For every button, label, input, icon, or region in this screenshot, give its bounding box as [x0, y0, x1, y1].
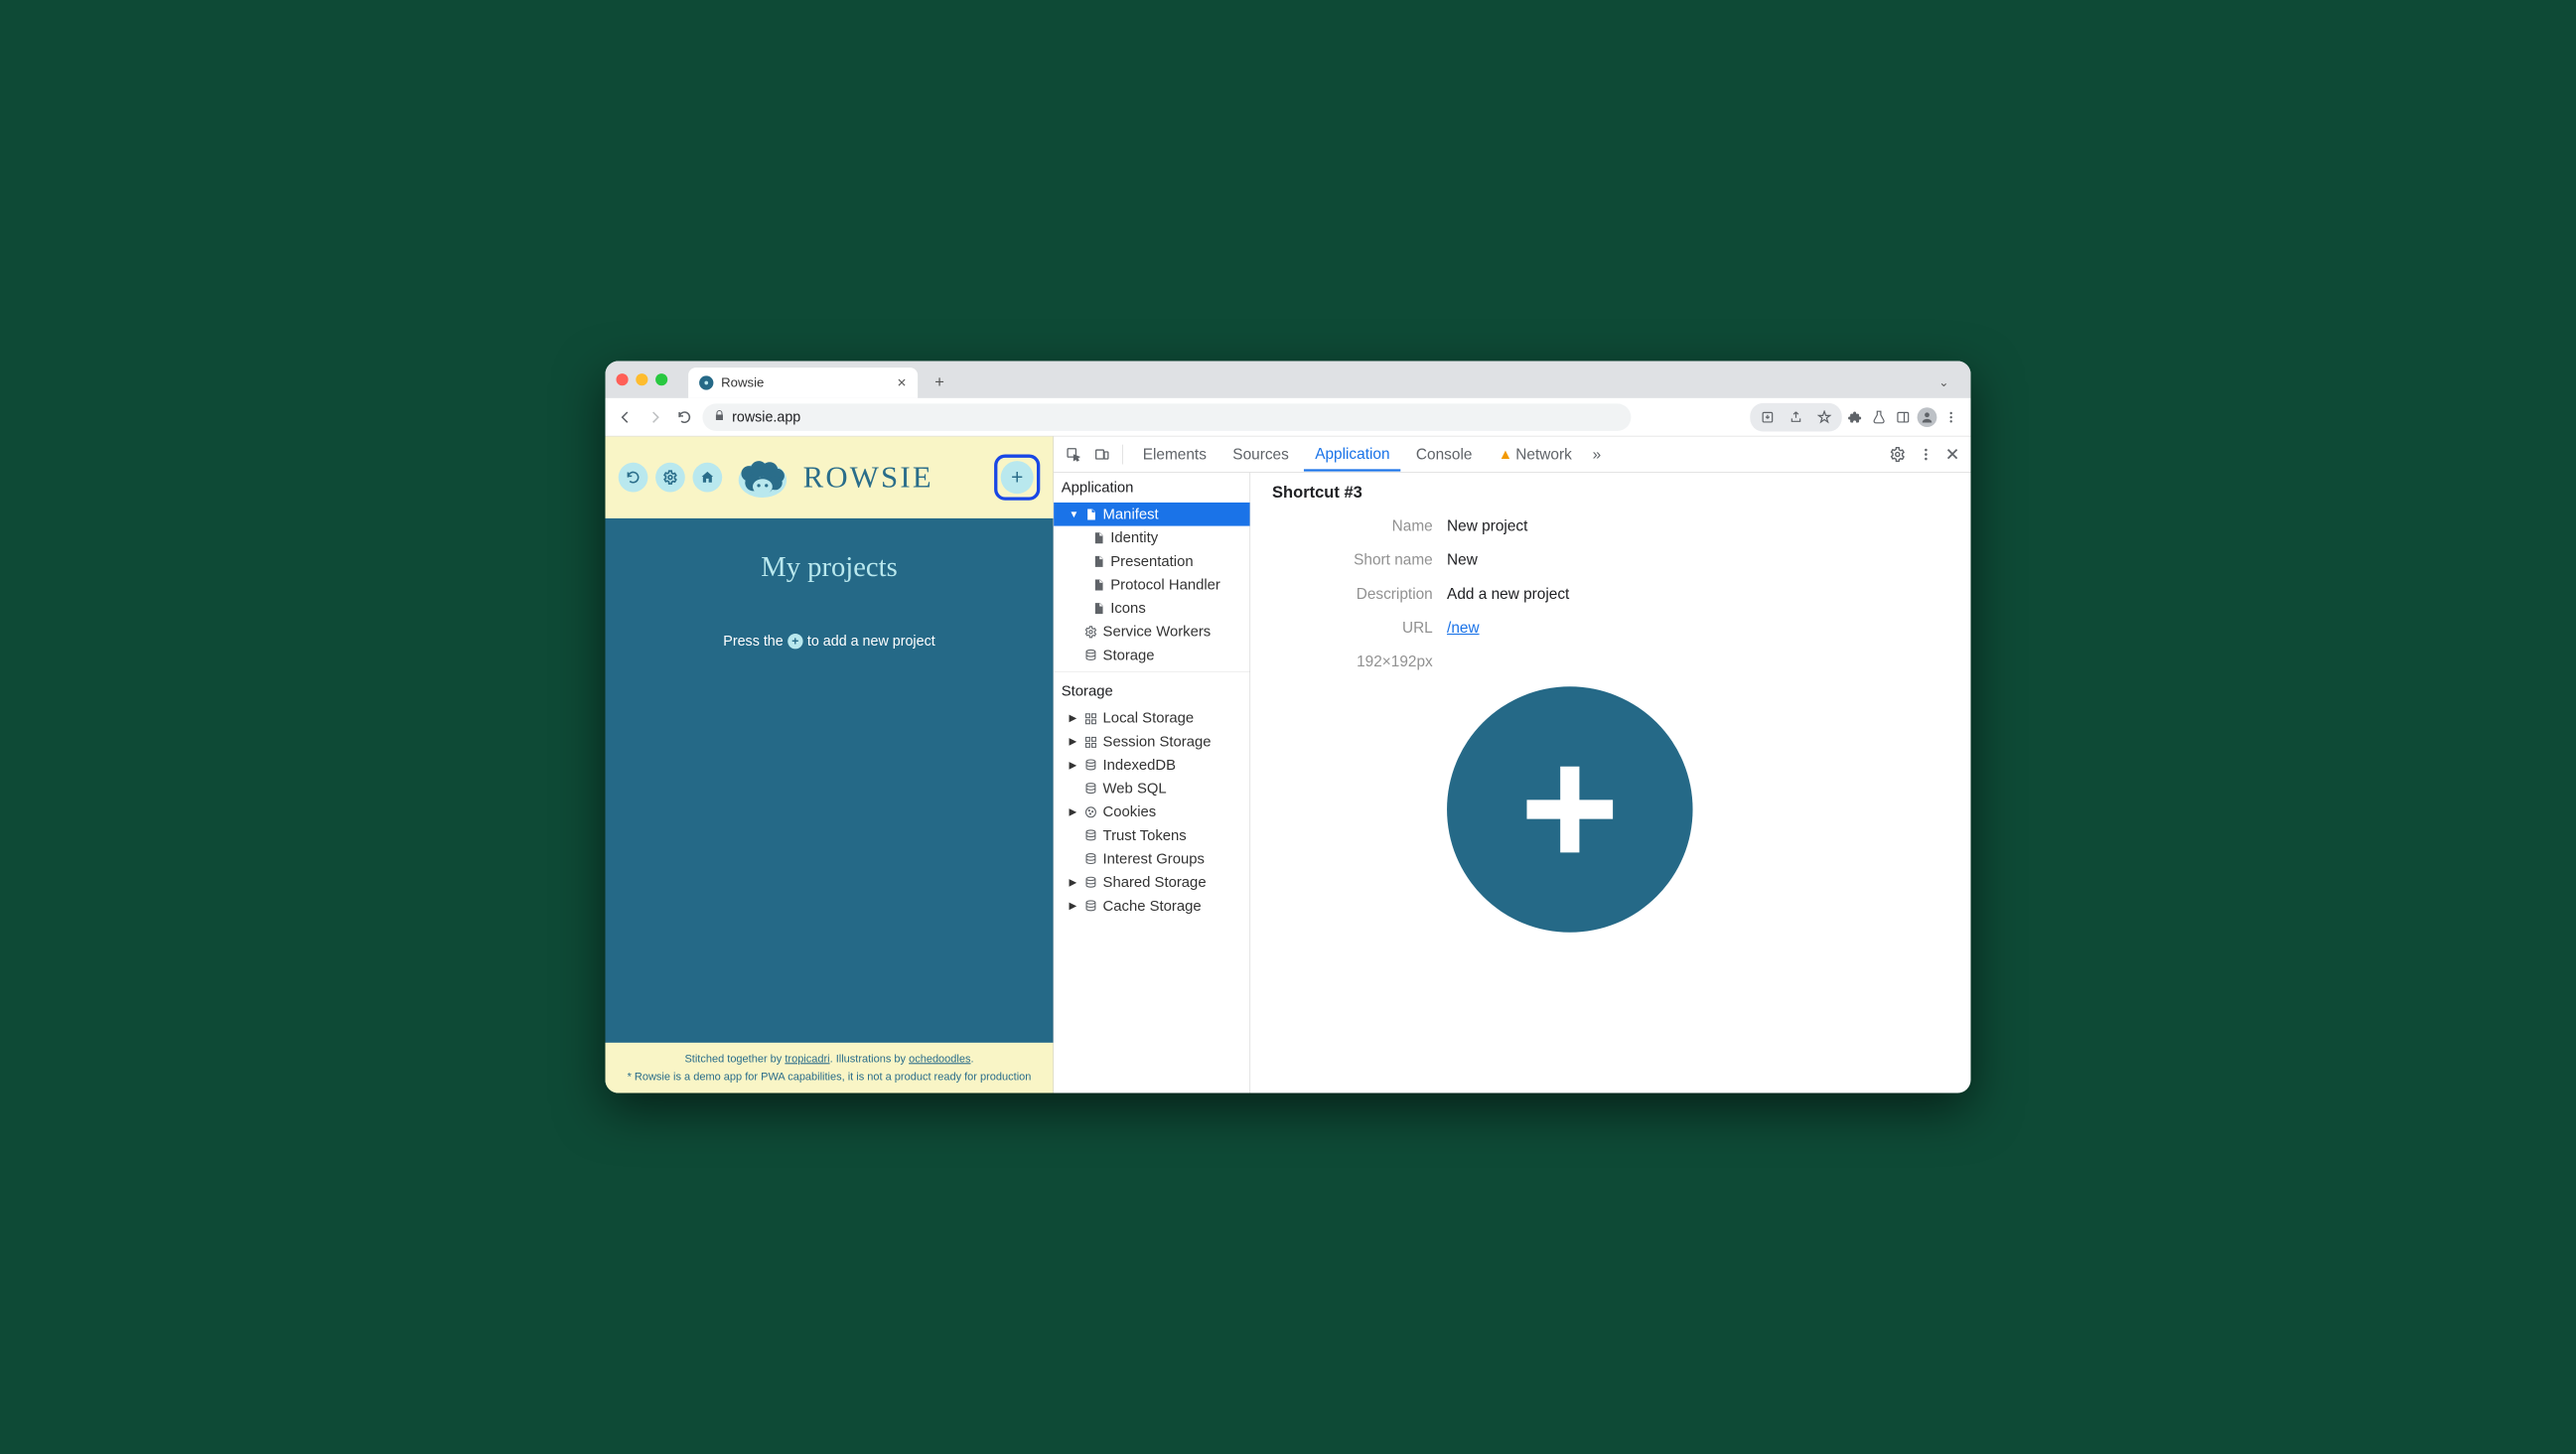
sidebar-item-presentation[interactable]: Presentation [1054, 549, 1249, 573]
sidebar-item-manifest[interactable]: ▼ Manifest [1054, 503, 1249, 526]
devtools-sidebar: Application ▼ Manifest Identity Presenta… [1054, 473, 1250, 1093]
device-toolbar-icon[interactable] [1089, 442, 1113, 466]
sidebar-item-interest-groups[interactable]: Interest Groups [1054, 847, 1249, 871]
sidebar-item-websql[interactable]: Web SQL [1054, 777, 1249, 800]
favicon [699, 375, 713, 389]
chevron-right-icon: ▶ [1069, 712, 1078, 724]
profile-avatar[interactable] [1917, 406, 1938, 428]
sheep-logo-icon [730, 450, 795, 505]
hint-text-after: to add a new project [807, 633, 935, 650]
value-short-name: New [1447, 551, 1478, 569]
sidebar-item-shared-storage[interactable]: ▶Shared Storage [1054, 871, 1249, 895]
app-header: ROWSIE + [606, 436, 1054, 518]
tab-elements[interactable]: Elements [1132, 438, 1217, 471]
empty-state-hint: Press the + to add a new project [723, 633, 934, 650]
value-description: Add a new project [1447, 585, 1569, 603]
label-name: Name [1272, 517, 1447, 535]
labs-icon[interactable] [1868, 406, 1890, 428]
install-app-icon[interactable] [1757, 406, 1779, 428]
back-button[interactable] [614, 405, 637, 428]
sidebar-item-service-workers[interactable]: Service Workers [1054, 620, 1249, 644]
sidebar-item-cookies[interactable]: ▶Cookies [1054, 800, 1249, 824]
close-window[interactable] [617, 373, 629, 385]
url-text: rowsie.app [732, 408, 1620, 425]
devtools-main: Shortcut #3 NameNew project Short nameNe… [1250, 473, 1970, 1093]
new-tab-button[interactable]: + [929, 371, 950, 393]
warning-icon: ▲ [1499, 446, 1512, 463]
label-description: Description [1272, 585, 1447, 603]
tab-network[interactable]: ▲ Network [1488, 438, 1583, 471]
url-actions-pill [1750, 403, 1841, 432]
sidebar-item-session-storage[interactable]: ▶Session Storage [1054, 730, 1249, 754]
app-home-button[interactable] [693, 463, 723, 493]
browser-tab[interactable]: Rowsie ✕ [688, 367, 918, 398]
side-panel-icon[interactable] [1892, 406, 1914, 428]
tab-console[interactable]: Console [1405, 438, 1484, 471]
window-controls [617, 373, 668, 385]
share-icon[interactable] [1786, 406, 1807, 428]
devtools: Elements Sources Application Console ▲ N… [1054, 436, 1971, 1092]
footer-disclaimer: * Rowsie is a demo app for PWA capabilit… [611, 1068, 1048, 1086]
chevron-down-icon: ▼ [1069, 509, 1078, 520]
app-footer: Stitched together by tropicadri. Illustr… [606, 1043, 1054, 1093]
rowsie-app: ROWSIE + My projects Press the + to add … [606, 436, 1054, 1092]
forward-button[interactable] [644, 405, 666, 428]
app-body: My projects Press the + to add a new pro… [606, 518, 1054, 1043]
add-project-button[interactable]: + [1001, 461, 1034, 494]
tab-sources[interactable]: Sources [1221, 438, 1299, 471]
add-project-highlight: + [994, 455, 1040, 501]
devtools-tabs: Elements Sources Application Console ▲ N… [1054, 436, 1970, 472]
plus-icon: + [787, 634, 802, 649]
hint-text-before: Press the [723, 633, 783, 650]
label-icon-size: 192×192px [1272, 653, 1447, 670]
minimize-window[interactable] [636, 373, 647, 385]
devtools-settings-icon[interactable] [1889, 445, 1908, 464]
devtools-menu-icon[interactable] [1917, 445, 1935, 464]
content-area: ROWSIE + My projects Press the + to add … [606, 436, 1971, 1092]
sidebar-item-cache-storage[interactable]: ▶Cache Storage [1054, 894, 1249, 918]
browser-window: Rowsie ✕ + ⌄ rowsie.app [606, 362, 1971, 1093]
inspect-element-icon[interactable] [1062, 442, 1085, 466]
shortcut-icon-preview [1447, 686, 1693, 932]
detail-title: Shortcut #3 [1272, 484, 1948, 503]
sidebar-item-protocol-handler[interactable]: Protocol Handler [1054, 573, 1249, 597]
plus-icon [1512, 752, 1628, 867]
credits-link-1[interactable]: tropicadri [785, 1053, 829, 1065]
value-name: New project [1447, 517, 1527, 535]
sidebar-item-identity[interactable]: Identity [1054, 526, 1249, 550]
tab-strip: Rowsie ✕ + ⌄ [606, 362, 1971, 398]
label-url: URL [1272, 619, 1447, 637]
menu-icon[interactable] [1940, 406, 1962, 428]
sidebar-item-trust-tokens[interactable]: Trust Tokens [1054, 823, 1249, 847]
page-title: My projects [761, 551, 897, 583]
sidebar-item-indexeddb[interactable]: ▶IndexedDB [1054, 753, 1249, 777]
credits-link-2[interactable]: ochedoodles [909, 1053, 970, 1065]
more-tabs-icon[interactable]: » [1593, 445, 1602, 463]
sidebar-item-storage-app[interactable]: Storage [1054, 644, 1249, 667]
close-tab-icon[interactable]: ✕ [897, 375, 907, 389]
reload-button[interactable] [673, 405, 696, 428]
tab-application[interactable]: Application [1304, 437, 1400, 471]
address-bar: rowsie.app [606, 398, 1971, 437]
maximize-window[interactable] [655, 373, 667, 385]
bookmark-icon[interactable] [1813, 406, 1835, 428]
tab-list-chevron-icon[interactable]: ⌄ [1938, 375, 1948, 389]
app-settings-button[interactable] [655, 463, 685, 493]
devtools-close-icon[interactable]: ✕ [1945, 444, 1960, 465]
app-refresh-button[interactable] [619, 463, 648, 493]
sidebar-item-icons[interactable]: Icons [1054, 597, 1249, 621]
sidebar-group-storage: Storage [1054, 676, 1249, 706]
url-field[interactable]: rowsie.app [702, 403, 1631, 431]
lock-icon [713, 409, 725, 424]
sidebar-group-application: Application [1054, 473, 1249, 503]
extensions-icon[interactable] [1844, 406, 1866, 428]
value-url-link[interactable]: /new [1447, 619, 1480, 636]
label-short-name: Short name [1272, 551, 1447, 569]
app-logo-text: ROWSIE [803, 460, 987, 495]
sidebar-item-local-storage[interactable]: ▶Local Storage [1054, 706, 1249, 730]
tab-title: Rowsie [721, 375, 889, 390]
